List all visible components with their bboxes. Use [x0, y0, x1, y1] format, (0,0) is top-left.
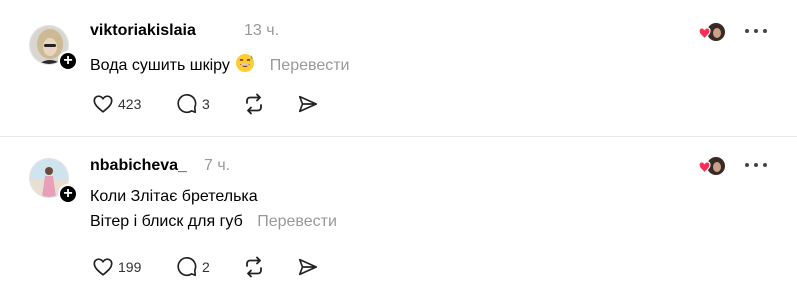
heart-icon	[93, 95, 113, 113]
repost-icon	[246, 93, 262, 115]
repost-button[interactable]	[242, 92, 266, 116]
like-button[interactable]: 423	[92, 92, 141, 116]
post-text-line-2: Вітер і блиск для губ	[90, 213, 243, 230]
repost-button[interactable]	[242, 255, 266, 279]
translate-link[interactable]: Перевести	[270, 57, 350, 74]
timestamp[interactable]: 7 ч.	[204, 157, 230, 175]
liked-by-avatar-icon	[698, 157, 725, 175]
send-icon	[298, 95, 318, 113]
post-1: + viktoriakislaia 13 ч. Вода сушить шкір…	[0, 0, 797, 136]
post-text: Вода сушить шкіру Перевести	[90, 53, 349, 75]
grinning-sweat-emoji-icon	[236, 54, 255, 72]
comment-count: 2	[202, 259, 210, 275]
post-text: Вітер і блиск для губ Перевести	[90, 213, 337, 231]
repost-icon	[246, 256, 262, 278]
send-icon	[298, 258, 318, 276]
post-text-line-1: Коли Злітає бретелька	[90, 188, 258, 205]
share-button[interactable]	[297, 92, 319, 116]
comment-bubble-icon	[177, 94, 197, 114]
more-dots-icon[interactable]	[743, 160, 769, 170]
like-count: 199	[118, 259, 142, 275]
like-count: 423	[118, 96, 142, 112]
post-2: + nbabicheva_ 7 ч. Коли Злітає бретелька…	[0, 137, 797, 285]
username[interactable]: nbabicheva_	[90, 157, 187, 175]
more-dots-icon[interactable]	[743, 26, 769, 36]
comment-button[interactable]: 3	[176, 92, 210, 116]
comment-bubble-icon	[177, 257, 197, 277]
comment-count: 3	[202, 96, 210, 112]
heart-icon	[93, 258, 113, 276]
username[interactable]: viktoriakislaia	[90, 22, 196, 40]
timestamp[interactable]: 13 ч.	[244, 22, 279, 40]
translate-link[interactable]: Перевести	[257, 213, 337, 230]
liked-by-avatar-icon	[698, 23, 725, 41]
comment-button[interactable]: 2	[176, 255, 210, 279]
share-button[interactable]	[297, 255, 319, 279]
follow-plus-icon[interactable]: +	[58, 184, 78, 204]
like-button[interactable]: 199	[92, 255, 141, 279]
post-text-line-1: Вода сушить шкіру	[90, 57, 230, 74]
follow-plus-icon[interactable]: +	[58, 51, 78, 71]
